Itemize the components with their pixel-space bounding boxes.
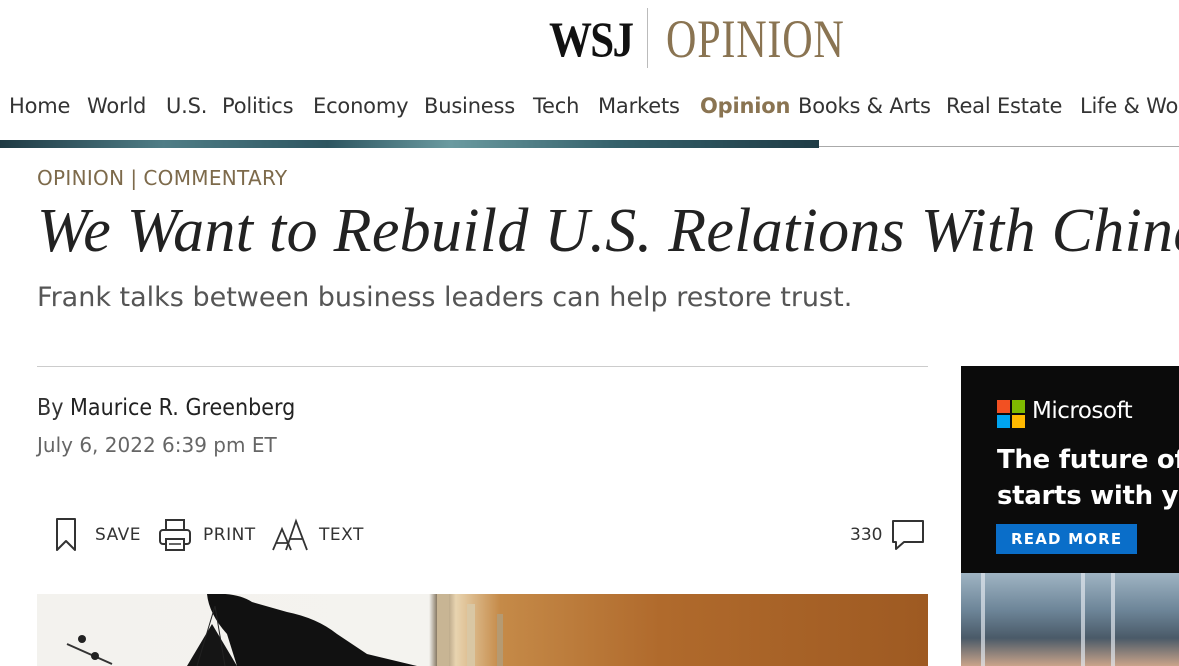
print-button[interactable]: PRINT: [158, 515, 256, 555]
comments-button[interactable]: 330: [850, 515, 926, 555]
logo-square-yellow: [1012, 415, 1025, 428]
wsj-logo[interactable]: WSJ: [549, 10, 634, 68]
logo-square-green: [1012, 400, 1025, 413]
byline-prefix: By: [37, 395, 64, 421]
nav-item-politics[interactable]: Politics: [222, 94, 294, 118]
ad-photo-beam: [1081, 573, 1085, 666]
flag-subsection-link[interactable]: COMMENTARY: [143, 166, 287, 190]
ad-copy: The future of starts with yo: [997, 442, 1179, 514]
bookmark-icon: [56, 518, 76, 551]
nav-item-markets[interactable]: Markets: [598, 94, 680, 118]
text-size-icon: [272, 518, 308, 551]
nav-item-real-estate[interactable]: Real Estate: [946, 94, 1062, 118]
nav-item-us[interactable]: U.S.: [166, 94, 207, 118]
header-rule: [37, 366, 928, 367]
nav-item-economy[interactable]: Economy: [313, 94, 409, 118]
logo-square-blue: [997, 415, 1010, 428]
article-flag: OPINION | COMMENTARY: [37, 166, 287, 190]
nav-item-opinion[interactable]: Opinion: [700, 94, 790, 118]
text-label: TEXT: [319, 525, 364, 545]
publish-timestamp: July 6, 2022 6:39 pm ET: [37, 433, 277, 457]
nav-item-life-work[interactable]: Life & Wo: [1080, 94, 1178, 118]
ad-copy-line-1: The future of: [997, 445, 1179, 475]
microsoft-logo-icon: [997, 400, 1025, 428]
nav-item-world[interactable]: World: [87, 94, 146, 118]
hero-image: [37, 594, 928, 666]
masthead-divider: [647, 8, 648, 68]
article-headline: We Want to Rebuild U.S. Relations With C…: [37, 197, 1179, 265]
nav-item-business[interactable]: Business: [424, 94, 515, 118]
nav-image-band: [0, 140, 819, 148]
author-link[interactable]: Maurice R. Greenberg: [70, 395, 295, 421]
printer-icon: [159, 519, 191, 551]
masthead: WSJ OPINION: [0, 0, 1179, 80]
nav-item-home[interactable]: Home: [9, 94, 70, 118]
lady-justice-silhouette: [66, 594, 503, 666]
text-size-button[interactable]: TEXT: [271, 515, 364, 555]
save-button[interactable]: SAVE: [53, 515, 141, 555]
byline: By Maurice R. Greenberg: [37, 395, 295, 421]
nav-item-books-arts[interactable]: Books & Arts: [798, 94, 931, 118]
advertisement[interactable]: Microsoft The future of starts with yo R…: [961, 366, 1179, 666]
comment-bubble-icon: [892, 520, 925, 550]
print-label: PRINT: [203, 525, 256, 545]
ad-photo-beam: [1111, 573, 1115, 666]
comment-count: 330: [850, 525, 883, 545]
ad-brand: Microsoft: [1032, 398, 1133, 424]
ad-photo-beam: [981, 573, 985, 666]
article-dek: Frank talks between business leaders can…: [37, 282, 853, 313]
nav-divider: [819, 146, 1179, 147]
opinion-section-logo[interactable]: OPINION: [666, 10, 845, 68]
nav-item-tech[interactable]: Tech: [533, 94, 579, 118]
ad-photo: [961, 573, 1179, 666]
save-label: SAVE: [95, 525, 142, 545]
logo-square-red: [997, 400, 1010, 413]
section-nav: Home World U.S. Politics Economy Busines…: [0, 90, 1179, 126]
ad-copy-line-2: starts with yo: [997, 481, 1179, 511]
ad-read-more-button[interactable]: READ MORE: [996, 524, 1138, 554]
flag-section-link[interactable]: OPINION: [37, 166, 124, 190]
flag-separator: |: [130, 166, 138, 190]
